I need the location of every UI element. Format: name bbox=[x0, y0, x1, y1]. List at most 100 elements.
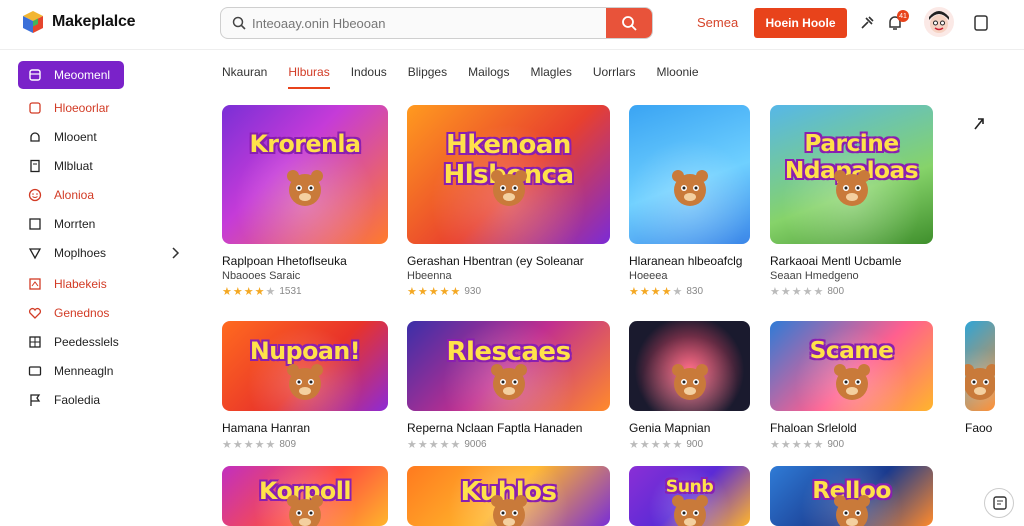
mascot-icon bbox=[671, 363, 708, 400]
sidebar-item-8[interactable]: Genednos bbox=[18, 299, 188, 327]
game-card[interactable]: Hlaranean hlbeoafclg Hoeeea ★ ★ ★ ★ ★ 830 bbox=[629, 105, 750, 298]
game-card[interactable]: Korpoll bbox=[222, 466, 388, 526]
primary-cta-button[interactable]: Hoein Hoole bbox=[754, 8, 847, 38]
sidebar-item-3[interactable]: Mlbluat bbox=[18, 152, 188, 180]
game-card[interactable]: Nupoan! Hamana Hanran ★ ★ ★ ★ ★ 809 bbox=[222, 321, 388, 451]
mascot-icon bbox=[490, 363, 527, 400]
sidebar-item-7[interactable]: Hlabekeis bbox=[18, 270, 188, 298]
game-card[interactable]: Sunb bbox=[629, 466, 750, 526]
game-thumbnail[interactable]: Hkenoan Hlsbonca bbox=[407, 105, 610, 244]
star-icon: ★ bbox=[791, 286, 802, 298]
rating-count: 809 bbox=[279, 439, 297, 450]
game-subtitle: Hoeeea bbox=[629, 270, 668, 282]
game-card[interactable]: Hkenoan Hlsbonca Gerashan Hbentran (ey So… bbox=[407, 105, 610, 298]
rating-count: 930 bbox=[464, 286, 482, 297]
game-thumbnail[interactable]: Korpoll bbox=[222, 466, 388, 526]
game-title[interactable]: Raplpoan Hhetoflseuka bbox=[222, 254, 388, 268]
tab-0[interactable]: Nkauran bbox=[222, 60, 267, 90]
tab-5[interactable]: Mlagles bbox=[530, 60, 571, 90]
mascot-icon bbox=[671, 495, 708, 526]
sidebar-item-0[interactable]: Meoomenl bbox=[18, 61, 124, 89]
tab-3[interactable]: Blipges bbox=[408, 60, 447, 90]
game-thumbnail[interactable]: Relloo bbox=[770, 466, 933, 526]
sidebar-item-1[interactable]: Hloeoorlar bbox=[18, 94, 188, 122]
star-icon: ★ bbox=[243, 439, 254, 451]
game-thumbnail[interactable]: Rlescaes bbox=[407, 321, 610, 411]
grid-icon bbox=[29, 336, 41, 348]
game-thumbnail[interactable]: Krorenla bbox=[222, 105, 388, 244]
help-button[interactable] bbox=[984, 488, 1014, 518]
rating-count: 830 bbox=[686, 286, 704, 297]
star-icon: ★ bbox=[770, 439, 780, 451]
game-thumbnail[interactable]: Nupoan! bbox=[222, 321, 388, 411]
game-title[interactable]: Rarkaoai Mentl Ucbamle bbox=[770, 254, 933, 268]
chat-icon bbox=[993, 496, 1007, 510]
star-icon: ★ bbox=[243, 286, 254, 298]
sidebar-item-label: Hloeoorlar bbox=[54, 101, 110, 115]
mascot-icon bbox=[965, 363, 995, 400]
next-arrow-icon[interactable] bbox=[970, 115, 988, 133]
game-subtitle: Hbeenna bbox=[407, 270, 452, 282]
search-input[interactable]: Inteoaay.onin Hbeooan bbox=[252, 16, 606, 31]
game-card[interactable]: Faoo bbox=[965, 321, 995, 435]
game-title[interactable]: Hamana Hanran bbox=[222, 421, 388, 435]
tab-2[interactable]: Indous bbox=[351, 60, 387, 90]
sidebar-item-11[interactable]: Faoledia bbox=[18, 386, 188, 414]
star-icon: ★ bbox=[428, 439, 439, 451]
game-card[interactable]: Kuhlos bbox=[407, 466, 610, 526]
triangle-icon bbox=[28, 248, 42, 260]
header-link[interactable]: Semea bbox=[697, 15, 738, 30]
game-thumbnail[interactable]: Scame bbox=[770, 321, 933, 411]
sidebar-item-5[interactable]: Morrten bbox=[18, 210, 188, 238]
game-title[interactable]: Gerashan Hbentran (ey Soleanar bbox=[407, 254, 610, 268]
game-card[interactable]: Scame Fhaloan Srlelold ★ ★ ★ ★ ★ 900 bbox=[770, 321, 933, 451]
game-card[interactable]: Genia Mapnian ★ ★ ★ ★ ★ 900 bbox=[629, 321, 750, 451]
star-icon: ★ bbox=[672, 286, 683, 298]
search-icon bbox=[622, 16, 637, 31]
game-thumbnail[interactable]: Sunb bbox=[629, 466, 750, 526]
game-thumbnail[interactable] bbox=[629, 105, 750, 244]
star-icon: ★ bbox=[407, 286, 417, 298]
game-card[interactable]: Krorenla Raplpoan Hhetoflseuka Nbaooes Sar… bbox=[222, 105, 388, 298]
game-title[interactable]: Reperna Nclaan Faptla Hanaden bbox=[407, 421, 610, 435]
game-subtitle: Nbaooes Saraic bbox=[222, 270, 301, 282]
game-card[interactable]: Relloo bbox=[770, 466, 933, 526]
tab-7[interactable]: Mloonie bbox=[657, 60, 699, 90]
game-title[interactable]: Genia Mapnian bbox=[629, 421, 750, 435]
sidebar-item-2[interactable]: Mlooent bbox=[18, 123, 188, 151]
tab-1[interactable]: Hlburas bbox=[288, 60, 331, 90]
star-icon: ★ bbox=[791, 439, 802, 451]
game-card[interactable]: Rlescaes Reperna Nclaan Faptla Hanaden ★ ★ ★… bbox=[407, 321, 610, 451]
square-outline-icon bbox=[29, 102, 41, 114]
game-thumbnail[interactable] bbox=[629, 321, 750, 411]
sidebar-item-10[interactable]: Menneagln bbox=[18, 357, 188, 385]
game-title[interactable]: Fhaloan Srlelold bbox=[770, 421, 933, 435]
game-thumbnail[interactable] bbox=[965, 321, 995, 411]
sidebar-item-9[interactable]: Peedesslels bbox=[18, 328, 188, 356]
window-icon[interactable] bbox=[972, 14, 990, 32]
game-title[interactable]: Hlaranean hlbeoafclg bbox=[629, 254, 750, 268]
rating-count: 900 bbox=[686, 439, 704, 450]
game-card[interactable]: Parcine Ndapaloas Rarkaoai Mentl Ucbamle S… bbox=[770, 105, 933, 298]
tab-6[interactable]: Uorrlars bbox=[593, 60, 636, 90]
game-thumbnail[interactable]: Kuhlos bbox=[407, 466, 610, 526]
sidebar-item-4[interactable]: Alonioa bbox=[18, 181, 188, 209]
logo-cube-icon bbox=[23, 11, 43, 33]
search-button[interactable] bbox=[606, 8, 652, 38]
game-thumbnail[interactable]: Parcine Ndapaloas bbox=[770, 105, 933, 244]
logo[interactable]: Makeplalce bbox=[22, 10, 136, 34]
sidebar-item-6[interactable]: Moplhoes bbox=[18, 239, 188, 267]
avatar[interactable] bbox=[924, 7, 954, 37]
sidebar: Meoomenl Hloeoorlar Mlooent Mlbluat Alonioa M… bbox=[0, 50, 200, 512]
sidebar-item-label: Moplhoes bbox=[54, 246, 107, 260]
game-rating: ★ ★ ★ ★ ★ 809 bbox=[222, 438, 388, 451]
search-bar[interactable]: Inteoaay.onin Hbeooan bbox=[220, 7, 653, 39]
star-icon: ★ bbox=[265, 439, 276, 451]
box-icon bbox=[29, 69, 41, 81]
game-title[interactable]: Faoo bbox=[965, 421, 995, 435]
pin-icon[interactable] bbox=[858, 14, 876, 32]
tab-4[interactable]: Mailogs bbox=[468, 60, 509, 90]
sidebar-item-label: Genednos bbox=[54, 306, 110, 320]
mascot-icon bbox=[833, 169, 870, 206]
star-icon: ★ bbox=[661, 439, 672, 451]
